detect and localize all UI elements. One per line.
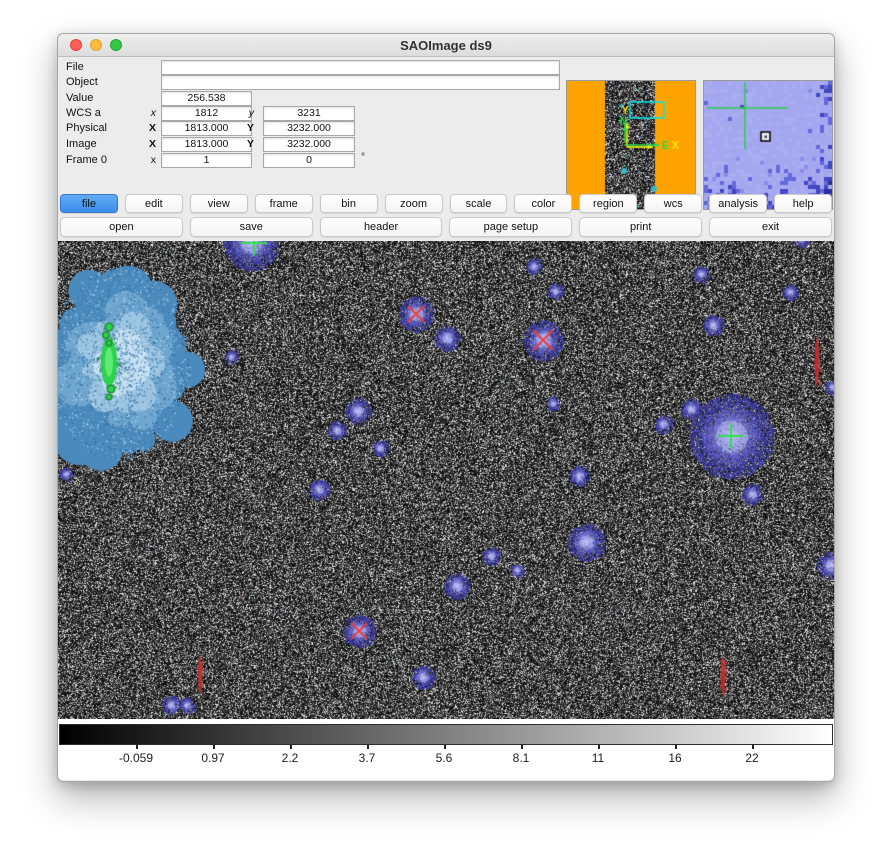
image-label: Image xyxy=(66,138,97,150)
file-menu-open[interactable]: open xyxy=(60,217,183,237)
frame-x-axis-label: x xyxy=(116,154,156,166)
colorbar-tick xyxy=(213,745,215,749)
magnifier-frame xyxy=(703,80,833,210)
menu-analysis[interactable]: analysis xyxy=(709,194,767,213)
physical-y-field[interactable]: 3232.000 xyxy=(263,121,355,136)
frame-zoom-field[interactable]: 1 xyxy=(161,153,252,168)
value-label: Value xyxy=(66,92,93,104)
colorbar-tick xyxy=(367,745,369,749)
menu-file[interactable]: file xyxy=(60,194,118,213)
menu-zoom[interactable]: zoom xyxy=(385,194,443,213)
image-y-axis-label: Y xyxy=(214,138,254,150)
colorbar-tick-label: 8.1 xyxy=(513,751,530,765)
menu-frame[interactable]: frame xyxy=(255,194,313,213)
object-label: Object xyxy=(66,76,98,88)
panner-frame xyxy=(566,80,696,210)
file-label: File xyxy=(66,61,84,73)
file-menu-bar: open save header page setup print exit xyxy=(60,217,832,237)
physical-y-axis-label: Y xyxy=(214,122,254,134)
menu-bar: file edit view frame binzoom scale color region… xyxy=(60,194,832,213)
menu-color[interactable]: color xyxy=(514,194,572,213)
colorbar-tick-label: 3.7 xyxy=(359,751,376,765)
wcs-y-axis-label: y xyxy=(214,107,254,119)
colorbar-tick-label: 11 xyxy=(592,751,604,765)
colorbar-tick xyxy=(752,745,754,749)
window-title: SAOImage ds9 xyxy=(58,38,834,53)
menu-view[interactable]: view xyxy=(190,194,248,213)
file-menu-header[interactable]: header xyxy=(320,217,443,237)
colorbar-tick-label: 0.97 xyxy=(201,751,224,765)
wcs-y-field[interactable]: 3231 xyxy=(263,106,355,121)
colorbar-tick xyxy=(521,745,523,749)
file-menu-print[interactable]: print xyxy=(579,217,702,237)
file-menu-save[interactable]: save xyxy=(190,217,313,237)
image-y-field[interactable]: 3232.000 xyxy=(263,137,355,152)
colorbar-area: -0.059 0.97 2.2 3.7 5.6 8.1 11 16 22 xyxy=(58,719,834,780)
frame-rotation-field[interactable]: 0 xyxy=(263,153,355,168)
image-x-axis-label: X xyxy=(116,138,156,150)
desktop: SAOImage ds9 File Object Value 256.538 W… xyxy=(0,0,889,862)
wcs-x-axis-label: x xyxy=(116,107,156,119)
main-image-canvas[interactable] xyxy=(58,241,834,719)
frame-label: Frame 0 xyxy=(66,154,107,166)
colorbar-tick-label: -0.059 xyxy=(119,751,153,765)
menu-bin[interactable]: bin xyxy=(320,194,378,213)
file-menu-exit[interactable]: exit xyxy=(709,217,832,237)
degree-symbol: ° xyxy=(361,152,365,163)
menu-region[interactable]: region xyxy=(579,194,637,213)
titlebar[interactable]: SAOImage ds9 xyxy=(58,34,834,57)
colorbar-tick-label: 22 xyxy=(745,751,758,765)
panner[interactable] xyxy=(567,81,695,209)
info-panel: File Object Value 256.538 WCS a x 1812 y… xyxy=(58,56,834,191)
physical-x-axis-label: X xyxy=(116,122,156,134)
colorbar-tick xyxy=(136,745,138,749)
value-field[interactable]: 256.538 xyxy=(161,91,252,106)
menu-help[interactable]: help xyxy=(774,194,832,213)
object-field[interactable] xyxy=(161,75,560,90)
colorbar-tick xyxy=(675,745,677,749)
colorbar-tick xyxy=(598,745,600,749)
colorbar-tick-label: 16 xyxy=(668,751,681,765)
menu-wcs[interactable]: wcs xyxy=(644,194,702,213)
menu-scale[interactable]: scale xyxy=(450,194,508,213)
file-menu-page-setup[interactable]: page setup xyxy=(449,217,572,237)
colorbar-gradient[interactable] xyxy=(59,724,833,745)
file-field[interactable] xyxy=(161,60,560,75)
physical-label: Physical xyxy=(66,122,107,134)
colorbar-tick-label: 2.2 xyxy=(282,751,299,765)
colorbar-tick-label: 5.6 xyxy=(436,751,453,765)
colorbar-tick xyxy=(290,745,292,749)
wcs-label: WCS a xyxy=(66,107,101,119)
menu-edit[interactable]: edit xyxy=(125,194,183,213)
colorbar-tick xyxy=(444,745,446,749)
ds9-window: SAOImage ds9 File Object Value 256.538 W… xyxy=(57,33,835,782)
magnifier[interactable] xyxy=(704,81,832,209)
